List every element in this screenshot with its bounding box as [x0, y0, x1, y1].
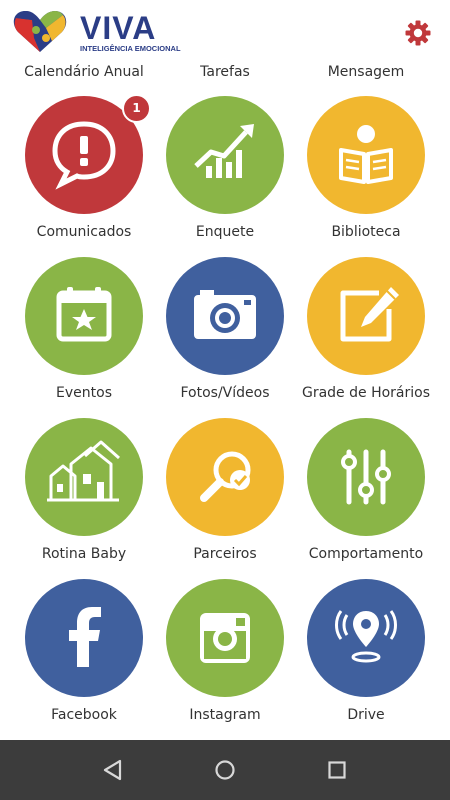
tile-drive[interactable]: Drive [291, 579, 441, 740]
tile-circle [166, 579, 284, 697]
tile-grade-horarios[interactable]: Grade de Horários [291, 257, 441, 418]
tile-instagram[interactable]: Instagram [150, 579, 300, 740]
tile-label-calendario[interactable]: Calendário Anual [9, 62, 159, 82]
tile-circle [307, 257, 425, 375]
logo-title: VIVA [80, 10, 157, 46]
app-header: VIVA INTELIGÊNCIA EMOCIONAL [0, 0, 450, 62]
location-broadcast-icon [335, 610, 397, 663]
tile-comportamento[interactable]: Comportamento [291, 418, 441, 579]
tile-circle [25, 418, 143, 536]
back-icon [103, 759, 122, 781]
tile-label: Comunicados [36, 224, 132, 240]
tile-label: Rotina Baby [41, 546, 127, 562]
recents-button[interactable] [317, 750, 357, 790]
tile-fotos-videos[interactable]: Fotos/Vídeos [150, 257, 300, 418]
tile-label: Comportamento [308, 546, 424, 562]
tile-label: Drive [347, 707, 385, 723]
tile-parceiros[interactable]: Parceiros [150, 418, 300, 579]
facebook-icon [69, 607, 101, 667]
scrolled-row-labels: Calendário Anual Tarefas Mensagem [0, 62, 450, 84]
tile-circle [166, 418, 284, 536]
tile-label: Enquete [195, 224, 255, 240]
heart-puzzle-logo-icon [13, 11, 67, 52]
tile-facebook[interactable]: Facebook [9, 579, 159, 740]
sliders-icon [341, 449, 391, 505]
tile-circle [307, 418, 425, 536]
tile-circle [166, 257, 284, 375]
chart-trend-icon [194, 124, 254, 178]
tile-circle [25, 257, 143, 375]
tile-biblioteca[interactable]: Biblioteca [291, 96, 441, 257]
tile-label: Facebook [51, 707, 117, 723]
notification-badge: 1 [122, 94, 151, 123]
camera-icon [194, 290, 256, 339]
tile-label: Eventos [56, 385, 112, 401]
tile-label: Biblioteca [331, 224, 401, 240]
app-logo[interactable]: VIVA INTELIGÊNCIA EMOCIONAL [12, 8, 181, 56]
logo-subtitle: INTELIGÊNCIA EMOCIONAL [80, 44, 181, 53]
reading-person-icon [339, 125, 393, 184]
houses-icon [47, 440, 120, 502]
tile-label-mensagem[interactable]: Mensagem [291, 62, 441, 82]
home-button[interactable] [205, 750, 245, 790]
tile-circle [25, 579, 143, 697]
tile-label: Fotos/Vídeos [180, 385, 270, 401]
recents-icon [328, 761, 346, 779]
tile-label: Parceiros [193, 546, 257, 562]
pencil-square-icon [340, 287, 399, 342]
magnifier-check-icon [200, 451, 251, 502]
tile-eventos[interactable]: Eventos [9, 257, 159, 418]
tile-label: Grade de Horários [301, 385, 431, 401]
tile-rotina-baby[interactable]: Rotina Baby [9, 418, 159, 579]
system-navigation-bar [0, 740, 450, 800]
calendar-star-icon [56, 287, 112, 342]
back-button[interactable] [92, 750, 132, 790]
tile-circle [307, 96, 425, 214]
gear-icon[interactable] [404, 19, 432, 47]
instagram-icon [200, 613, 250, 663]
tile-label: Instagram [189, 707, 261, 723]
home-icon [215, 760, 235, 780]
tile-enquete[interactable]: Enquete [150, 96, 300, 257]
tile-circle [166, 96, 284, 214]
tile-label-tarefas[interactable]: Tarefas [150, 62, 300, 82]
tile-comunicados[interactable]: 1 Comunicados [9, 94, 159, 257]
tile-circle [307, 579, 425, 697]
